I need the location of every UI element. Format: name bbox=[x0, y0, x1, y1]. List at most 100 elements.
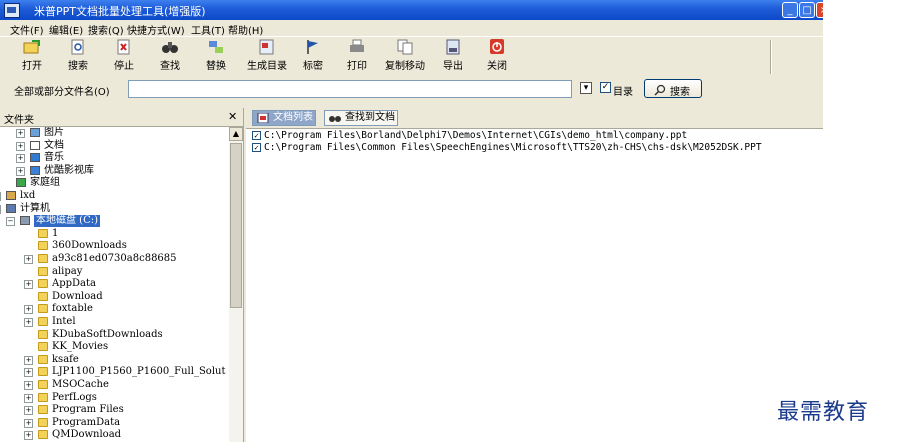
tree-node-label: 计算机 bbox=[20, 202, 50, 214]
menu-file[interactable]: 文件(F) bbox=[10, 22, 44, 37]
tree-node[interactable]: + QMDownload bbox=[0, 429, 229, 441]
tree-node-label: lxd bbox=[20, 190, 36, 201]
tree-node[interactable]: + 优酷影视库 bbox=[0, 165, 229, 177]
folder-icon bbox=[38, 266, 48, 276]
copy-move-label: 复制移动 bbox=[385, 61, 425, 72]
tab-found-documents[interactable]: 查找到文档 bbox=[324, 110, 398, 126]
tree-node[interactable]: + ksafe bbox=[0, 354, 229, 366]
expand-icon[interactable]: + bbox=[24, 368, 33, 378]
tree-scrollbar[interactable]: ▲ bbox=[229, 127, 243, 442]
tree-node[interactable]: alipay bbox=[0, 266, 229, 278]
close-pane-icon[interactable]: ✕ bbox=[228, 110, 237, 123]
document-tabs: 文档列表 查找到文档 bbox=[246, 108, 823, 129]
folder-icon bbox=[38, 354, 48, 364]
file-checkbox[interactable]: ✓ bbox=[252, 143, 261, 152]
tree-node[interactable]: KK_Movies bbox=[0, 341, 229, 353]
replace-icon bbox=[207, 39, 225, 55]
expand-icon[interactable]: + bbox=[24, 381, 33, 390]
tree-node[interactable]: Download bbox=[0, 291, 229, 303]
collapse-icon[interactable]: − bbox=[6, 217, 15, 227]
maximize-button[interactable]: □ bbox=[799, 2, 815, 18]
close-label: 关闭 bbox=[487, 61, 507, 72]
mark-secret-button[interactable]: 标密 bbox=[298, 39, 328, 75]
flag-icon bbox=[304, 39, 322, 55]
open-button[interactable]: 打开 bbox=[14, 39, 50, 75]
tab-document-list[interactable]: 文档列表 bbox=[252, 110, 316, 126]
expand-icon[interactable]: + bbox=[0, 192, 1, 201]
tree-node[interactable]: + 文档 bbox=[0, 140, 229, 152]
tree-node[interactable]: + foxtable bbox=[0, 303, 229, 315]
file-row[interactable]: ✓ C:\Program Files\Borland\Delphi7\Demos… bbox=[252, 130, 822, 142]
tree-node[interactable]: + ProgramData bbox=[0, 417, 229, 429]
gen-toc-label: 生成目录 bbox=[247, 61, 287, 72]
doc-icon bbox=[30, 140, 40, 150]
print-button[interactable]: 打印 bbox=[342, 39, 372, 75]
tree-node[interactable]: − 计算机 bbox=[0, 203, 229, 215]
menu-help[interactable]: 帮助(H) bbox=[228, 22, 263, 37]
search-submit-button[interactable]: 搜索 bbox=[644, 79, 702, 98]
video-icon bbox=[30, 165, 40, 175]
toc-checkbox[interactable]: ✓ bbox=[600, 82, 611, 93]
tree-node[interactable]: + PerfLogs bbox=[0, 392, 229, 404]
tree-node[interactable]: + AppData bbox=[0, 278, 229, 290]
folder-icon bbox=[38, 279, 48, 289]
expand-icon[interactable]: + bbox=[16, 129, 25, 138]
expand-icon[interactable]: + bbox=[16, 166, 25, 176]
copy-move-button[interactable]: 复制移动 bbox=[382, 39, 428, 75]
replace-button[interactable]: 替换 bbox=[198, 39, 234, 75]
scroll-up-icon[interactable]: ▲ bbox=[229, 127, 243, 141]
expand-icon[interactable]: + bbox=[24, 280, 33, 290]
tree-node[interactable]: 1 bbox=[0, 228, 229, 240]
tree-node[interactable]: + a93c81ed0730a8c88685 bbox=[0, 253, 229, 265]
filename-input[interactable] bbox=[128, 80, 572, 98]
menu-edit[interactable]: 编辑(E) bbox=[49, 22, 83, 37]
tree-node[interactable]: + LJP1100_P1560_P1600_Full_Solut bbox=[0, 366, 229, 378]
stop-button[interactable]: 停止 bbox=[106, 39, 142, 75]
dropdown-icon[interactable]: ▾ bbox=[580, 82, 592, 94]
menu-shortcuts[interactable]: 快捷方式(W) bbox=[127, 22, 185, 37]
close-button[interactable]: 关闭 bbox=[482, 39, 512, 75]
scroll-thumb[interactable] bbox=[230, 143, 242, 308]
tree-node[interactable]: − 本地磁盘 (C:) bbox=[0, 215, 229, 228]
tree-node[interactable]: 360Downloads bbox=[0, 240, 229, 252]
expand-icon[interactable]: + bbox=[24, 318, 33, 327]
expand-icon[interactable]: + bbox=[24, 431, 33, 441]
collapse-icon[interactable]: − bbox=[0, 204, 1, 214]
minimize-button[interactable]: _ bbox=[782, 2, 798, 18]
open-label: 打开 bbox=[22, 61, 42, 72]
expand-icon[interactable]: + bbox=[16, 154, 25, 164]
expand-icon[interactable]: + bbox=[24, 355, 33, 365]
expand-icon[interactable]: + bbox=[24, 255, 33, 264]
export-button[interactable]: 导出 bbox=[438, 39, 468, 75]
title-bar[interactable]: 米普PPT文档批量处理工具(增强版) _ □ × bbox=[0, 0, 823, 20]
search-button[interactable]: 搜索 bbox=[60, 39, 96, 75]
expand-icon[interactable]: + bbox=[16, 141, 25, 151]
expand-icon[interactable]: + bbox=[24, 406, 33, 416]
tree-node[interactable]: + 音乐 bbox=[0, 152, 229, 164]
tree-node[interactable]: KDubaSoftDownloads bbox=[0, 329, 229, 341]
expand-icon[interactable]: + bbox=[24, 393, 33, 403]
menu-search[interactable]: 搜索(Q) bbox=[88, 22, 124, 37]
tree-node-label: QMDownload bbox=[52, 429, 122, 441]
folder-icon bbox=[38, 392, 48, 402]
tree-node[interactable]: + lxd bbox=[0, 190, 229, 202]
tree-node[interactable]: + Intel bbox=[0, 316, 229, 328]
expand-icon[interactable]: + bbox=[24, 418, 33, 428]
expand-icon[interactable]: + bbox=[24, 305, 33, 315]
menu-tools[interactable]: 工具(T) bbox=[191, 22, 225, 37]
tree-node[interactable]: 家庭组 bbox=[0, 177, 229, 189]
gen-toc-button[interactable]: 生成目录 bbox=[244, 39, 290, 75]
tab-found-documents-label: 查找到文档 bbox=[345, 112, 395, 123]
tree-node-label: 本地磁盘 (C:) bbox=[34, 215, 101, 228]
folder-icon bbox=[38, 254, 48, 263]
find-label: 查找 bbox=[160, 61, 180, 72]
tree-node[interactable]: + Program Files bbox=[0, 404, 229, 416]
file-row[interactable]: ✓ C:\Program Files\Common Files\SpeechEn… bbox=[252, 142, 822, 154]
tree-node[interactable]: + 图片 bbox=[0, 127, 229, 139]
tree-node[interactable]: + MSOCache bbox=[0, 379, 229, 391]
close-window-button[interactable]: × bbox=[816, 2, 823, 18]
file-checkbox[interactable]: ✓ bbox=[252, 131, 261, 140]
find-button[interactable]: 查找 bbox=[152, 39, 188, 75]
folder-icon bbox=[38, 241, 48, 251]
mark-label: 标密 bbox=[303, 61, 323, 72]
